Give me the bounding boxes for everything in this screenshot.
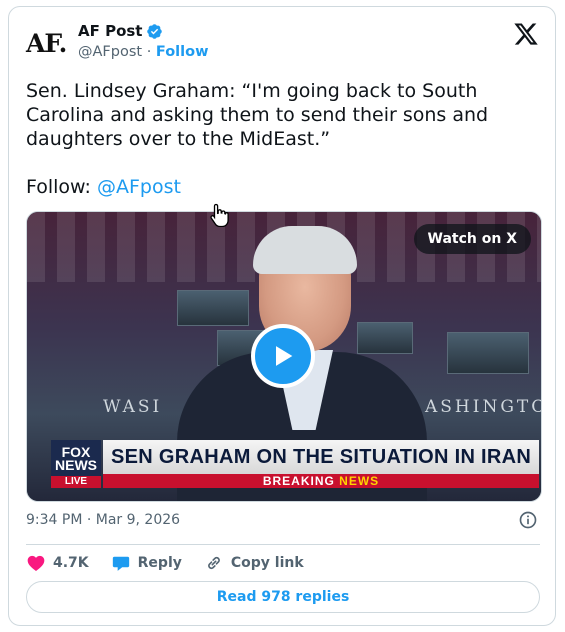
verified-badge-icon <box>147 23 163 39</box>
cursor-hand-icon <box>210 203 229 227</box>
studio-monitor <box>177 290 249 326</box>
reply-bubble-icon <box>112 556 129 571</box>
breaking-word: BREAKING <box>262 474 335 488</box>
x-logo-icon[interactable] <box>513 21 539 47</box>
copy-link-label: Copy link <box>230 555 304 571</box>
reply-label: Reply <box>137 555 182 571</box>
logo-line2: NEWS <box>55 457 97 473</box>
info-icon[interactable] <box>518 510 538 530</box>
copy-link-button[interactable]: Copy link <box>204 553 304 573</box>
news-lower-third: FOX NEWS LIVE SEN GRAHAM ON THE SITUATIO… <box>51 440 539 488</box>
breaking-news-banner: BREAKING NEWS <box>103 474 539 488</box>
post-body: Sen. Lindsey Graham: “I'm going back to … <box>26 80 489 150</box>
author-name[interactable]: AF Post <box>78 22 142 40</box>
follow-button[interactable]: Follow <box>156 44 209 60</box>
author-handle[interactable]: @AFpost <box>78 44 142 60</box>
studio-monitor <box>357 322 413 354</box>
author-name-row: AF Post <box>78 22 163 40</box>
follow-mention-link[interactable]: @AFpost <box>97 176 181 198</box>
reply-button[interactable]: Reply <box>111 553 182 573</box>
like-count: 4.7K <box>53 555 89 571</box>
watch-on-x-button[interactable]: Watch on X <box>413 224 531 254</box>
news-word: NEWS <box>339 474 380 488</box>
divider <box>26 544 540 545</box>
follow-prefix: Follow: <box>26 176 97 198</box>
like-button[interactable]: 4.7K <box>26 553 89 573</box>
action-bar: 4.7K Reply Copy link <box>26 553 304 573</box>
wall-lettering-right: ASHINGTO <box>425 397 542 417</box>
wall-lettering-left: WASI <box>103 397 163 417</box>
play-icon <box>276 346 293 366</box>
read-replies-button[interactable]: Read 978 replies <box>26 581 540 613</box>
avatar[interactable]: AF. <box>26 27 74 61</box>
heart-icon <box>27 555 45 571</box>
separator: · <box>146 44 152 60</box>
studio-monitor <box>447 332 529 374</box>
author-handle-row: @AFpost · Follow <box>78 44 208 60</box>
news-headline: SEN GRAHAM ON THE SITUATION IN IRAN <box>103 440 539 474</box>
video-player[interactable]: WASI ASHINGTO FOX NEWS LIVE SEN GRAHAM O… <box>26 211 542 502</box>
logo-live: LIVE <box>51 476 101 488</box>
speaker-hair <box>253 226 357 274</box>
play-button[interactable] <box>251 324 315 388</box>
link-icon <box>208 556 220 570</box>
fox-news-logo: FOX NEWS LIVE <box>51 440 101 488</box>
embedded-post-card: AF. AF Post @AFpost · Follow Sen. Lindse… <box>8 6 556 626</box>
post-text: Sen. Lindsey Graham: “I'm going back to … <box>26 79 546 199</box>
post-timestamp[interactable]: 9:34 PM · Mar 9, 2026 <box>26 512 180 528</box>
